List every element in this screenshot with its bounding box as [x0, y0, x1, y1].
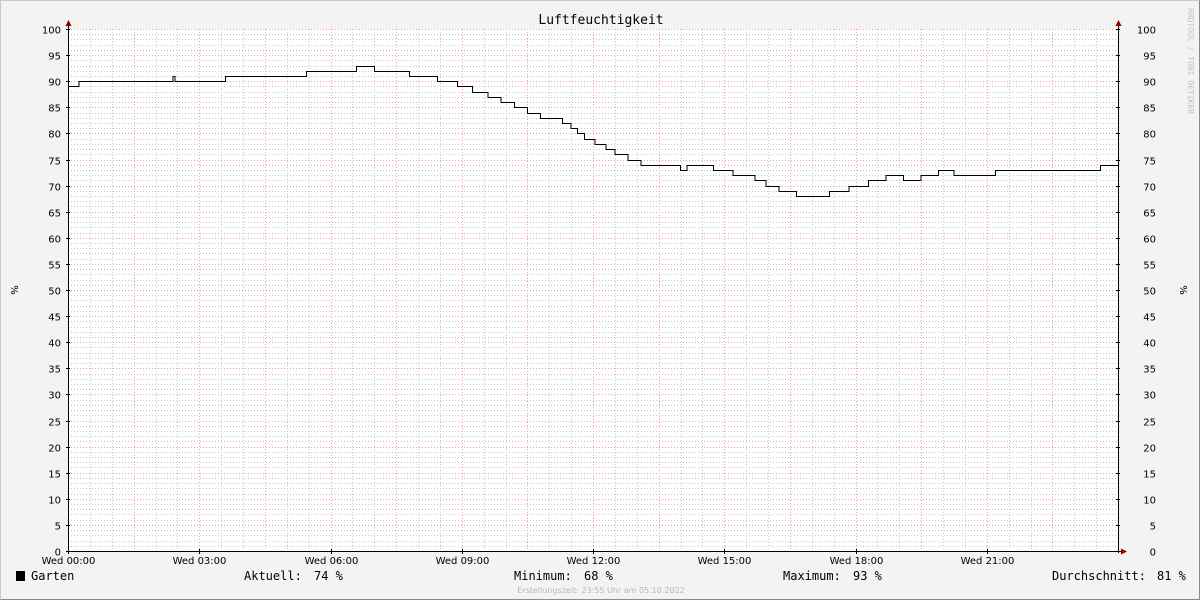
y-tick-label-right: 10: [1143, 496, 1156, 507]
footer-timestamp: Erstellungszeit: 23:55 Uhr am 05.10.2022: [517, 586, 685, 595]
y-tick-label-right: 5: [1150, 522, 1156, 533]
y-tick-label-left: 5: [55, 522, 61, 533]
x-tick-label: Wed 18:00: [830, 556, 884, 567]
y-tick-label-left: 100: [42, 26, 61, 37]
y-tick-label-right: 30: [1143, 391, 1156, 402]
y-tick-label-right: 85: [1143, 104, 1156, 115]
y-axis-right-unit: %: [1177, 285, 1188, 295]
x-tick-label: Wed 06:00: [305, 556, 359, 567]
y-tick-label-left: 10: [48, 496, 61, 507]
y-tick-label-right: 75: [1143, 157, 1156, 168]
y-axis-right-arrow: [1115, 20, 1122, 26]
y-tick-label-left: 85: [48, 104, 61, 115]
legend: Garten Aktuell: 74 % Minimum: 68 % Maxim…: [16, 569, 1187, 583]
y-tick-label-right: 55: [1143, 261, 1156, 272]
y-tick-label-right: 70: [1143, 183, 1156, 194]
y-axis-left-ticks: 0510152025303540455055606570758085909510…: [42, 26, 70, 559]
x-tick-label: Wed 12:00: [567, 556, 621, 567]
x-axis-arrow: [1121, 548, 1127, 555]
y-tick-label-right: 60: [1143, 235, 1156, 246]
y-tick-label-right: 100: [1137, 26, 1156, 37]
y-axis-left-arrow: [65, 20, 72, 26]
y-tick-label-right: 65: [1143, 209, 1156, 220]
y-tick-label-right: 35: [1143, 365, 1156, 376]
y-tick-label-right: 90: [1143, 78, 1156, 89]
chart-root: 0 5 10 15 20 25 30 35 40 45 50 55 60 65 70 75 80 85 90 95 10…: [0, 0, 1200, 600]
x-tick-label: Wed 00:00: [42, 556, 96, 567]
y-tick-label-right: 15: [1143, 470, 1156, 481]
y-tick-label-left: 60: [48, 235, 61, 246]
x-tick-label: Wed 21:00: [961, 556, 1015, 567]
legend-stat-current-value: 74 %: [314, 569, 344, 583]
y-tick-label-left: 30: [48, 391, 61, 402]
x-tick-label: Wed 03:00: [173, 556, 227, 567]
y-axis-left-unit: %: [8, 285, 19, 295]
legend-swatch-garten: [16, 571, 25, 581]
y-tick-label-left: 80: [48, 130, 61, 141]
y-tick-label-left: 45: [48, 313, 61, 324]
y-tick-label-right: 95: [1143, 52, 1156, 63]
y-axis-right-ticks: 0 5 10 15 20 25 30 35 40 45 50 55 60 65 70 75 80 85 90 95 10…: [1116, 26, 1156, 559]
y-tick-label-left: 90: [48, 78, 61, 89]
legend-stat-average-value: 81 %: [1157, 569, 1187, 583]
y-tick-label-left: 70: [48, 183, 61, 194]
y-tick-label-left: 50: [48, 287, 61, 298]
y-tick-label-right: 40: [1143, 339, 1156, 350]
x-tick-label: Wed 15:00: [698, 556, 752, 567]
y-tick-label-right: 20: [1143, 444, 1156, 455]
y-tick-label-left: 25: [48, 418, 61, 429]
y-tick-label-left: 20: [48, 444, 61, 455]
y-tick-label-left: 55: [48, 261, 61, 272]
legend-series-name: Garten: [31, 569, 74, 583]
legend-stat-minimum-value: 68 %: [584, 569, 614, 583]
y-tick-label-left: 40: [48, 339, 61, 350]
y-tick-label-left: 65: [48, 209, 61, 220]
humidity-chart: 0 5 10 15 20 25 30 35 40 45 50 55 60 65 70 75 80 85 90 95 10…: [8, 8, 1195, 595]
x-tick-label: Wed 09:00: [436, 556, 490, 567]
y-tick-label-right: 0: [1150, 548, 1156, 559]
chart-title: Luftfeuchtigkeit: [538, 13, 663, 28]
legend-stat-minimum-label: Minimum:: [514, 569, 572, 583]
legend-stat-maximum-label: Maximum:: [783, 569, 841, 583]
y-tick-label-left: 35: [48, 365, 61, 376]
y-tick-label-right: 25: [1143, 418, 1156, 429]
y-tick-label-right: 45: [1143, 313, 1156, 324]
legend-stat-average-label: Durchschnitt:: [1052, 569, 1146, 583]
y-tick-label-right: 80: [1143, 130, 1156, 141]
watermark: RRDTOOL / TOBI OETIKER: [1186, 8, 1195, 114]
y-tick-label-left: 75: [48, 157, 61, 168]
legend-stat-maximum-value: 93 %: [853, 569, 883, 583]
y-tick-label-right: 50: [1143, 287, 1156, 298]
legend-stat-current-label: Aktuell:: [244, 569, 302, 583]
y-tick-label-left: 95: [48, 52, 61, 63]
y-tick-label-left: 15: [48, 470, 61, 481]
